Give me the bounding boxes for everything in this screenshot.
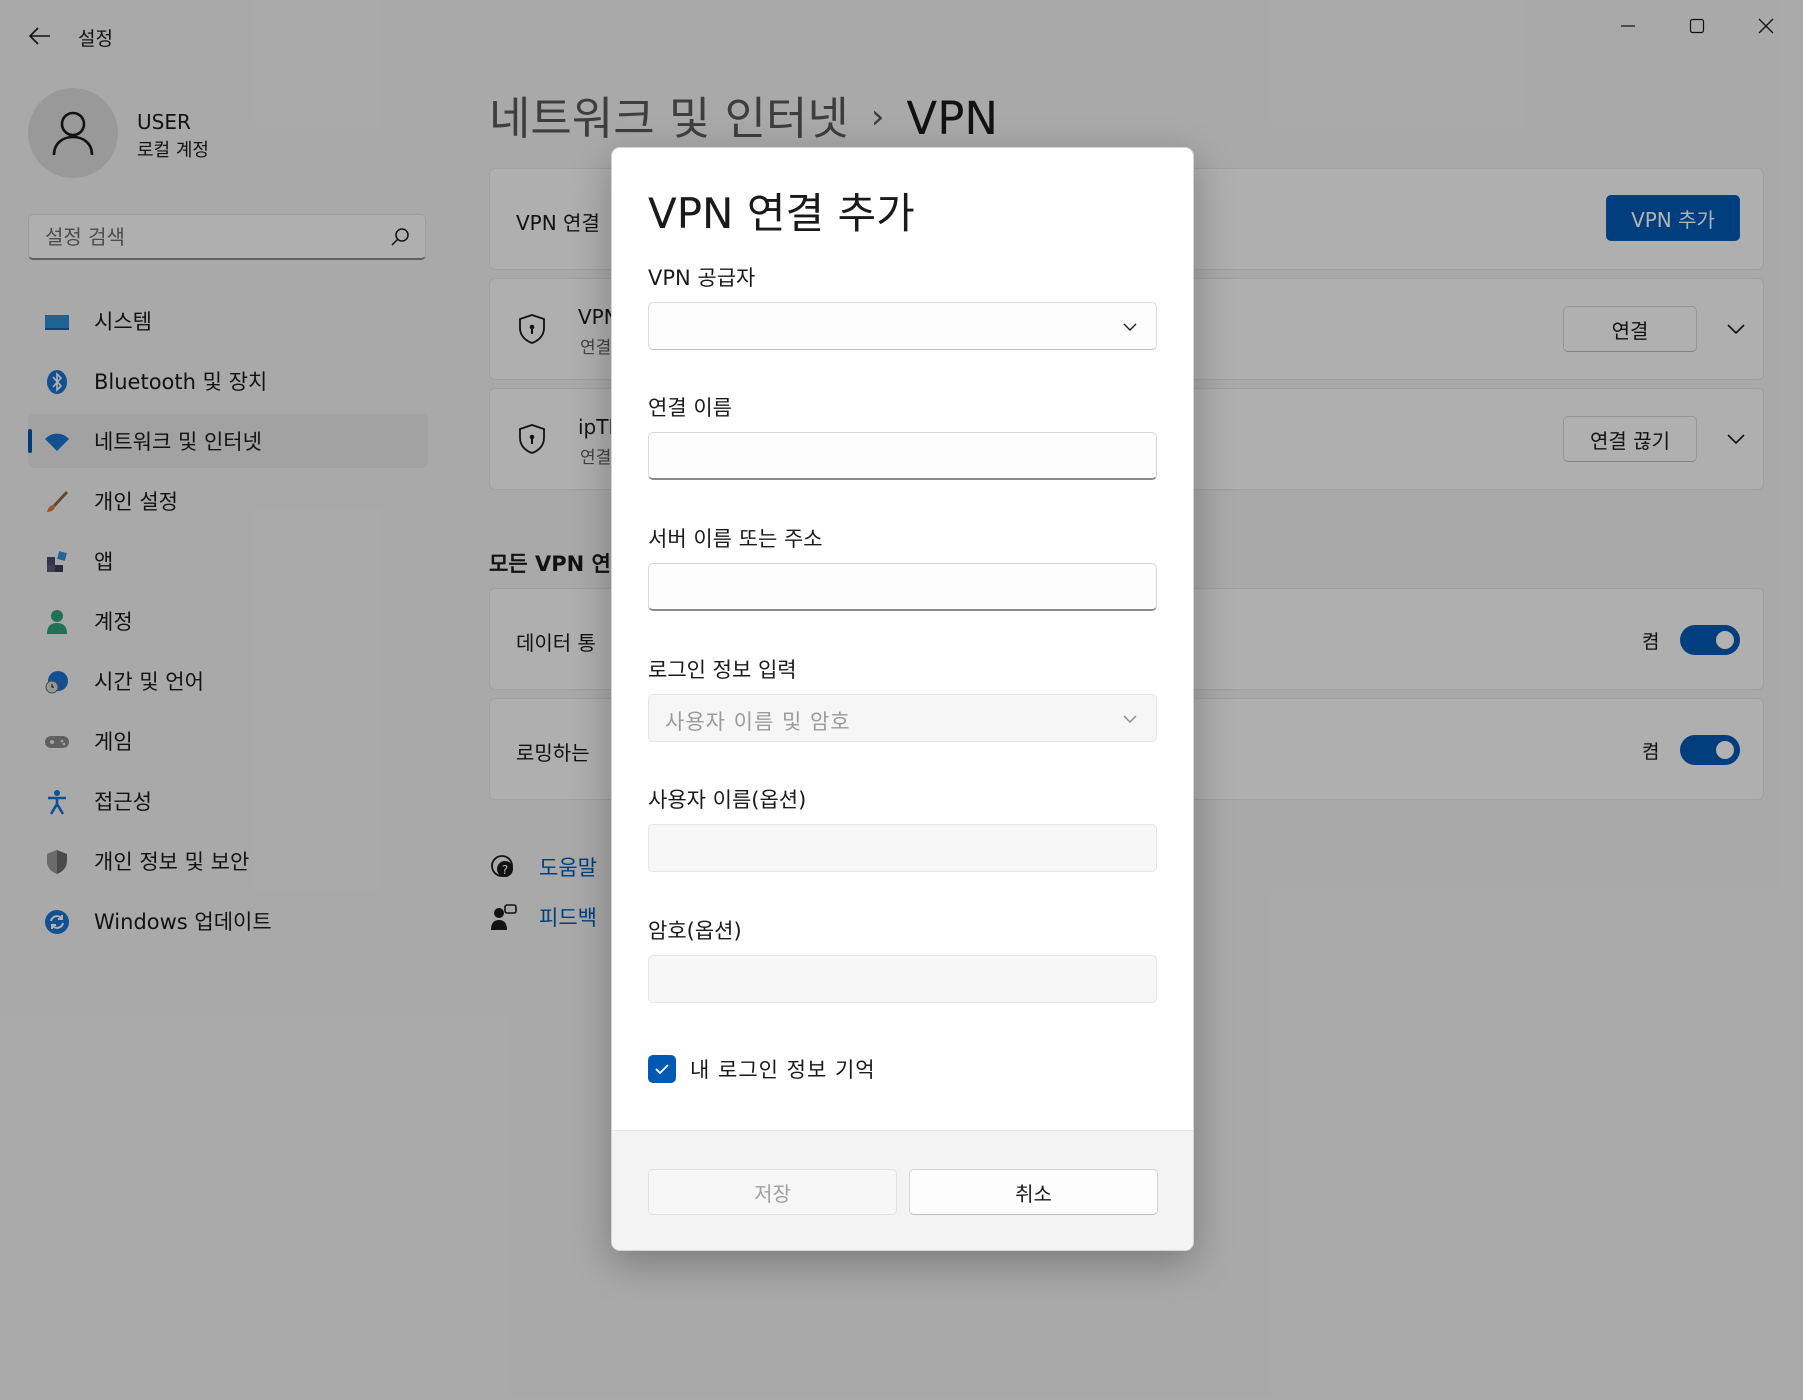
save-button[interactable]: 저장 [648,1169,897,1215]
username-input[interactable] [648,824,1157,872]
server-input[interactable] [648,563,1157,611]
remember-signin-checkbox-row[interactable]: 내 로그인 정보 기억 [648,1054,876,1084]
connection-name-input[interactable] [648,432,1157,480]
provider-label: VPN 공급자 [648,266,756,290]
signin-type-value: 사용자 이름 및 암호 [665,710,851,734]
chevron-down-icon [1123,715,1137,723]
remember-signin-label: 내 로그인 정보 기억 [690,1058,876,1082]
dialog-footer: 저장 취소 [612,1130,1193,1250]
signin-type-label: 로그인 정보 입력 [648,658,797,682]
provider-dropdown[interactable] [648,302,1157,350]
checkmark-icon [655,1064,669,1075]
connection-name-label: 연결 이름 [648,396,732,420]
password-label: 암호(옵션) [648,919,742,943]
remember-signin-checkbox[interactable] [648,1055,676,1083]
username-label: 사용자 이름(옵션) [648,788,807,812]
server-label: 서버 이름 또는 주소 [648,527,823,551]
settings-window: 설정 USER 로컬 계정 시스템 Bl [0,0,1803,1400]
password-input[interactable] [648,955,1157,1003]
dialog-title: VPN 연결 추가 [648,189,915,238]
chevron-down-icon [1123,323,1137,331]
cancel-button[interactable]: 취소 [909,1169,1158,1215]
signin-type-dropdown[interactable]: 사용자 이름 및 암호 [648,694,1157,742]
add-vpn-dialog: VPN 연결 추가 VPN 공급자 연결 이름 서버 이름 또는 주소 로그인 … [611,147,1194,1251]
